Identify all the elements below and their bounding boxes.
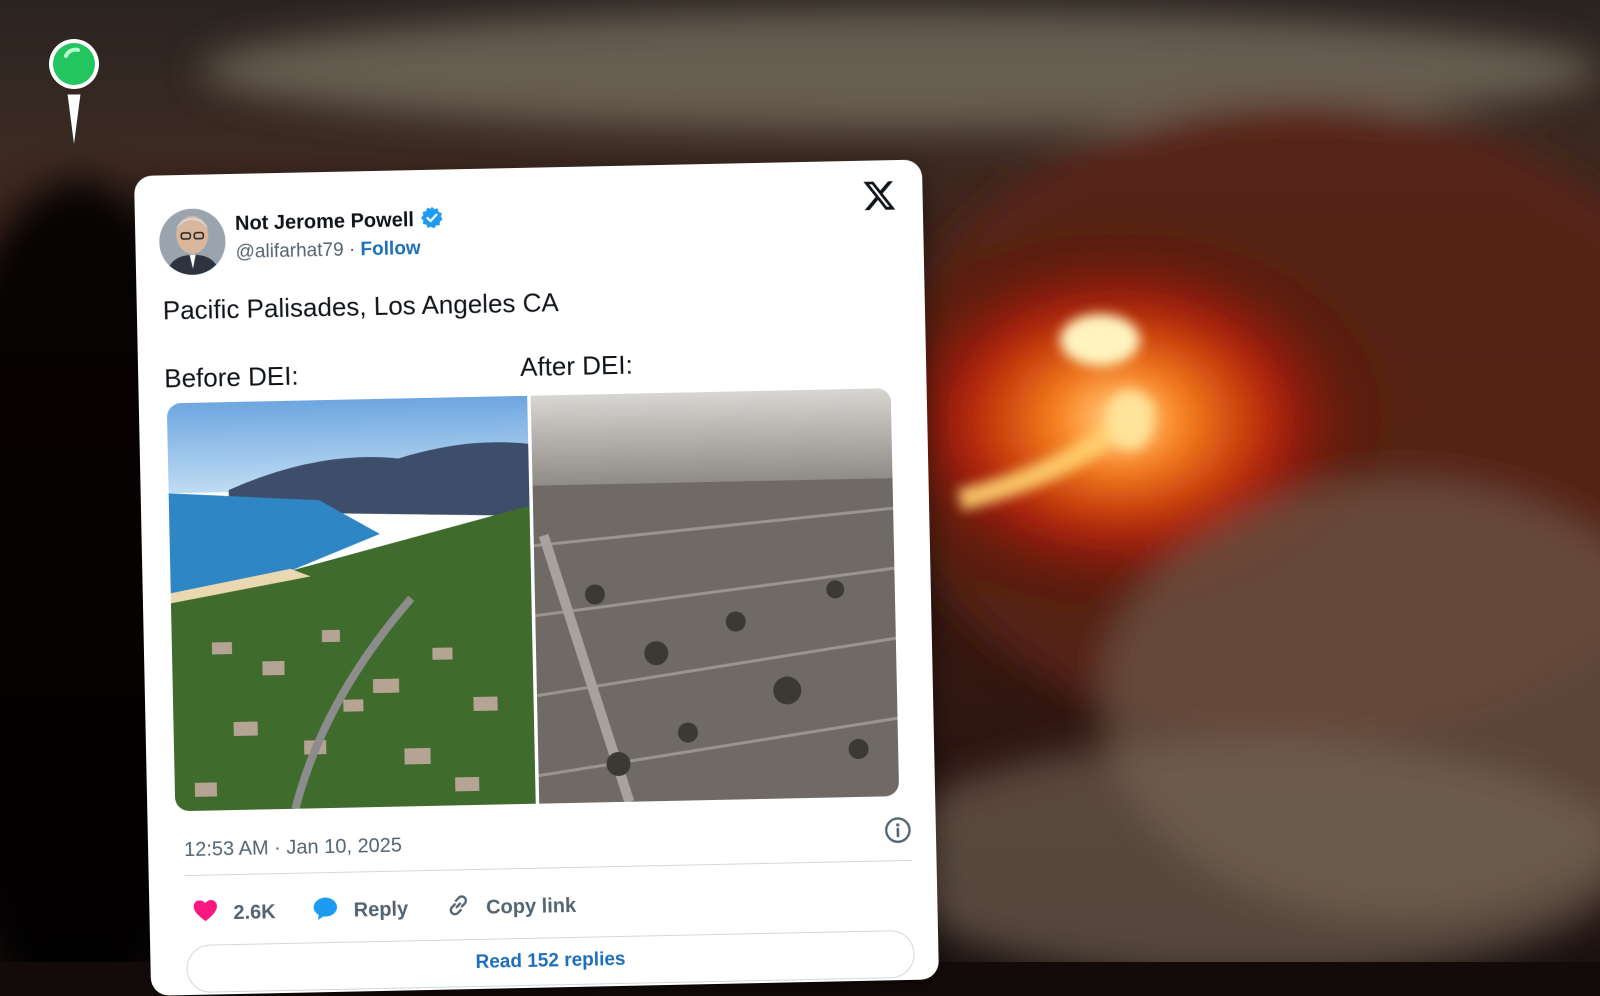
reply-button[interactable]: Reply <box>311 892 408 928</box>
author-name[interactable]: Not Jerome Powell <box>235 209 414 236</box>
separator-dot: · <box>349 239 356 260</box>
x-logo-icon[interactable] <box>862 178 897 213</box>
label-before: Before DEI: <box>164 361 299 395</box>
info-icon[interactable] <box>884 816 913 845</box>
tweet-media <box>167 388 899 811</box>
tweet-card: Not Jerome Powell @alifarhat79 · Follow … <box>134 159 939 995</box>
label-after: After DEI: <box>520 350 633 383</box>
avatar[interactable] <box>159 208 226 275</box>
after-photo[interactable] <box>530 388 899 803</box>
map-pin-icon <box>40 36 110 156</box>
author-name-row: Not Jerome Powell <box>235 206 444 239</box>
divider <box>185 860 913 876</box>
link-icon <box>444 891 473 926</box>
read-replies-button[interactable]: Read 152 replies <box>186 930 915 993</box>
tweet-timestamp[interactable]: 12:53 AM · Jan 10, 2025 <box>184 835 402 863</box>
heart-icon <box>191 896 220 931</box>
like-button[interactable]: 2.6K <box>191 895 276 931</box>
like-count: 2.6K <box>233 901 276 925</box>
verified-badge-icon <box>420 206 445 235</box>
tweet-actions: 2.6K Reply Copy link <box>191 889 576 931</box>
before-photo[interactable] <box>167 396 536 811</box>
author-handle[interactable]: @alifarhat79 <box>235 240 343 263</box>
handle-row: @alifarhat79 · Follow <box>235 238 420 264</box>
tweet-text: Pacific Palisades, Los Angeles CA <box>163 287 560 326</box>
follow-button[interactable]: Follow <box>360 238 421 260</box>
reply-label: Reply <box>353 898 408 922</box>
copy-link-button[interactable]: Copy link <box>444 889 577 926</box>
reply-bubble-icon <box>311 894 340 929</box>
copy-link-label: Copy link <box>486 894 576 919</box>
